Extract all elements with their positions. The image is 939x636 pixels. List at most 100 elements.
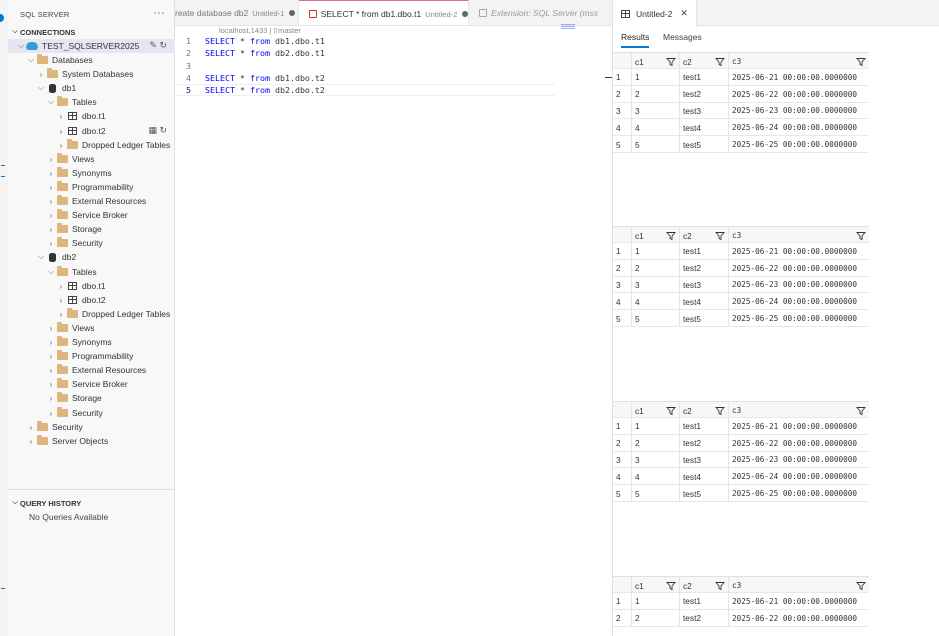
column-header[interactable]: c1: [631, 402, 679, 419]
table-row[interactable]: 1 1 test1 2025-06-21 00:00:00.0000000: [613, 417, 869, 435]
tree-node[interactable]: › dbo.t2 ▦ ↻: [8, 124, 175, 138]
chevron-right-icon[interactable]: ›: [46, 197, 56, 206]
tree-node[interactable]: › Synonyms: [8, 166, 175, 180]
grid-cell[interactable]: 2025-06-21 00:00:00.0000000: [728, 68, 869, 86]
tree-node[interactable]: ⌵ Tables: [8, 265, 175, 279]
filter-icon[interactable]: [666, 57, 676, 67]
grid-cell[interactable]: test1: [679, 592, 728, 610]
tree-node[interactable]: › Synonyms: [8, 335, 175, 349]
table-row[interactable]: 3 3 test3 2025-06-23 00:00:00.0000000: [613, 276, 869, 294]
filter-icon[interactable]: [666, 231, 676, 241]
filter-icon[interactable]: [856, 581, 866, 591]
table-row[interactable]: 2 2 test2 2025-06-22 00:00:00.0000000: [613, 434, 869, 452]
connections-section-header[interactable]: ⌵ CONNECTIONS: [8, 25, 175, 39]
chevron-right-icon[interactable]: ›: [46, 211, 56, 220]
grid-cell[interactable]: test4: [679, 119, 728, 137]
column-header[interactable]: c3: [728, 53, 869, 70]
tree-node[interactable]: › dbo.t1: [8, 279, 175, 293]
chevron-right-icon[interactable]: ›: [46, 366, 56, 375]
grid-cell[interactable]: 2025-06-25 00:00:00.0000000: [728, 310, 869, 327]
chevron-right-icon[interactable]: ›: [56, 296, 66, 305]
tree-node[interactable]: › Server Objects: [8, 434, 175, 448]
row-number-cell[interactable]: 3: [613, 102, 631, 119]
column-header[interactable]: c1: [631, 53, 679, 70]
chevron-right-icon[interactable]: ›: [56, 310, 66, 319]
row-number-cell[interactable]: 3: [613, 276, 631, 293]
row-number-cell[interactable]: 2: [613, 86, 631, 103]
grid-cell[interactable]: 2025-06-24 00:00:00.0000000: [728, 293, 869, 311]
grid-cell[interactable]: test4: [679, 293, 728, 311]
row-number-cell[interactable]: 4: [613, 293, 631, 310]
grid-cell[interactable]: test5: [679, 136, 728, 153]
chevron-down-icon[interactable]: ⌵: [36, 252, 46, 262]
chevron-right-icon[interactable]: ›: [36, 70, 46, 79]
filter-icon[interactable]: [715, 581, 725, 591]
more-actions-icon[interactable]: ···: [153, 7, 165, 19]
grid-cell[interactable]: 1: [631, 417, 679, 435]
grid-cell[interactable]: test2: [679, 609, 728, 627]
column-header[interactable]: c3: [728, 227, 869, 244]
tree-node[interactable]: › Service Broker: [8, 208, 175, 222]
chevron-right-icon[interactable]: ›: [56, 112, 66, 121]
chevron-down-icon[interactable]: ⌵: [16, 41, 26, 51]
grid-cell[interactable]: 2: [631, 434, 679, 452]
chevron-right-icon[interactable]: ›: [46, 338, 56, 347]
grid-cell[interactable]: 1: [631, 68, 679, 86]
chevron-right-icon[interactable]: ›: [46, 169, 56, 178]
table-row[interactable]: 1 1 test1 2025-06-21 00:00:00.0000000: [613, 592, 869, 610]
tree-node[interactable]: › Programmability: [8, 180, 175, 194]
tree-node[interactable]: › Security: [8, 420, 175, 434]
tree-node[interactable]: ⌵ Tables: [8, 95, 175, 109]
filter-icon[interactable]: [856, 231, 866, 241]
grid-cell[interactable]: test4: [679, 468, 728, 486]
grid-cell[interactable]: 4: [631, 293, 679, 311]
grid-cell[interactable]: 3: [631, 276, 679, 294]
filter-icon[interactable]: [715, 57, 725, 67]
grid-cell[interactable]: test2: [679, 259, 728, 277]
chevron-right-icon[interactable]: ›: [46, 409, 56, 418]
grid-cell[interactable]: test2: [679, 85, 728, 103]
row-number-cell[interactable]: 5: [613, 310, 631, 327]
grid-cell[interactable]: 2025-06-25 00:00:00.0000000: [728, 136, 869, 153]
grid-cell[interactable]: test3: [679, 102, 728, 120]
grid-cell[interactable]: 2025-06-24 00:00:00.0000000: [728, 119, 869, 137]
tree-node[interactable]: › Storage: [8, 222, 175, 236]
table-row[interactable]: 2 2 test2 2025-06-22 00:00:00.0000000: [613, 259, 869, 277]
column-header[interactable]: c2: [679, 53, 728, 70]
table-row[interactable]: 3 3 test3 2025-06-23 00:00:00.0000000: [613, 102, 869, 120]
chevron-down-icon[interactable]: ⌵: [46, 267, 56, 277]
code-line[interactable]: 3: [175, 60, 555, 72]
table-row[interactable]: 1 1 test1 2025-06-21 00:00:00.0000000: [613, 242, 869, 260]
tree-node[interactable]: ⌵ db1: [8, 81, 175, 95]
table-row[interactable]: 4 4 test4 2025-06-24 00:00:00.0000000: [613, 293, 869, 311]
chevron-right-icon[interactable]: ›: [46, 380, 56, 389]
column-header[interactable]: c1: [631, 577, 679, 594]
column-header[interactable]: c3: [728, 577, 869, 594]
chevron-right-icon[interactable]: ›: [46, 324, 56, 333]
grid-cell[interactable]: test1: [679, 417, 728, 435]
column-header[interactable]: c3: [728, 402, 869, 419]
row-number-cell[interactable]: 2: [613, 260, 631, 277]
row-number-cell[interactable]: 1: [613, 243, 631, 260]
table-row[interactable]: 5 5 test5 2025-06-25 00:00:00.0000000: [613, 310, 869, 327]
grid-cell[interactable]: 2025-06-22 00:00:00.0000000: [728, 434, 869, 452]
column-header[interactable]: c1: [631, 227, 679, 244]
grid-cell[interactable]: 4: [631, 468, 679, 486]
filter-icon[interactable]: [856, 406, 866, 416]
grid-cell[interactable]: 2: [631, 609, 679, 627]
subtab-messages[interactable]: Messages: [663, 32, 702, 46]
subtab-results[interactable]: Results: [621, 32, 650, 48]
filter-icon[interactable]: [715, 406, 725, 416]
row-number-cell[interactable]: 4: [613, 119, 631, 136]
tree-node[interactable]: › Programmability: [8, 349, 175, 363]
grid-cell[interactable]: 2025-06-22 00:00:00.0000000: [728, 85, 869, 103]
grid-cell[interactable]: 2025-06-21 00:00:00.0000000: [728, 242, 869, 260]
table-row[interactable]: 5 5 test5 2025-06-25 00:00:00.0000000: [613, 485, 869, 502]
grid-cell[interactable]: 2025-06-24 00:00:00.0000000: [728, 468, 869, 486]
tree-node[interactable]: › Dropped Ledger Tables: [8, 307, 175, 321]
row-number-cell[interactable]: 1: [613, 69, 631, 86]
column-header[interactable]: c2: [679, 402, 728, 419]
tree-node[interactable]: › Storage: [8, 391, 175, 405]
edit-pencil-icon[interactable]: ✎: [149, 40, 157, 50]
tree-node[interactable]: › dbo.t1: [8, 109, 175, 123]
